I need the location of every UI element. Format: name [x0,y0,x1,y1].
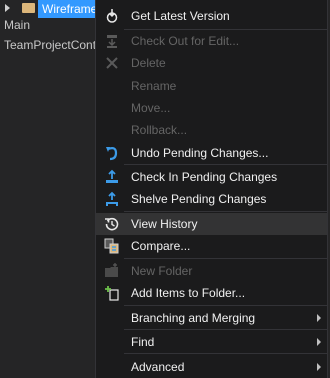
menu-item-move[interactable]: Move... [96,97,327,119]
menu-item-compare[interactable]: Compare... [96,235,327,257]
get-latest-icon [106,9,118,23]
menu-separator [124,164,327,165]
submenu-arrow-icon [317,314,321,322]
menu-item-check-in-pending-changes[interactable]: Check In Pending Changes [96,166,327,188]
menu-item-label: Shelve Pending Changes [131,192,267,206]
shelve-icon [106,191,118,206]
menu-item-label: Branching and Merging [131,311,256,325]
history-icon [105,217,119,231]
menu-separator [124,329,327,330]
menu-item-view-history[interactable]: View History [96,213,327,235]
menu-item-label: Advanced [131,360,185,374]
menu-separator [124,258,327,259]
menu-item-label: Check In Pending Changes [131,170,278,184]
menu-item-label: Delete [131,56,166,70]
menu-separator [124,211,327,212]
menu-item-rollback[interactable]: Rollback... [96,119,327,141]
menu-item-new-folder[interactable]: New Folder [96,260,327,282]
menu-item-label: Compare... [131,239,191,253]
menu-item-advanced[interactable]: Advanced [96,356,327,378]
menu-item-label: Get Latest Version [131,9,230,23]
menu-item-delete[interactable]: Delete [96,52,327,74]
check-out-icon [107,35,117,48]
menu-item-label: Undo Pending Changes... [131,146,269,160]
menu-item-rename[interactable]: Rename [96,75,327,97]
expand-arrow-icon[interactable] [5,4,10,12]
folder-icon [22,3,35,13]
check-in-icon [106,169,118,183]
menu-item-label: Rollback... [131,123,188,137]
tree-item-teamprojectcont[interactable]: TeamProjectCont [4,36,96,54]
menu-item-shelve-pending-changes[interactable]: Shelve Pending Changes [96,188,327,210]
menu-separator [124,353,327,354]
context-menu: Get Latest Version Check Out for Edit...… [95,0,328,378]
menu-item-check-out-for-edit[interactable]: Check Out for Edit... [96,30,327,52]
menu-item-label: Check Out for Edit... [131,34,240,48]
add-items-icon [105,286,119,301]
menu-item-undo-pending-changes[interactable]: Undo Pending Changes... [96,142,327,164]
submenu-arrow-icon [317,363,321,371]
menu-item-label: View History [131,217,198,231]
menu-separator [124,305,327,306]
new-folder-icon [105,263,118,277]
source-explorer-tree: Wireframe Main TeamProjectCont [0,0,102,378]
undo-icon [106,147,118,161]
tree-item-label: Wireframe [38,0,102,18]
menu-item-branching-and-merging[interactable]: Branching and Merging [96,307,327,329]
compare-icon [104,238,119,254]
menu-item-label: Rename [131,79,177,93]
menu-item-label: Move... [131,101,171,115]
menu-item-label: Find [131,335,155,349]
menu-item-label: Add Items to Folder... [131,286,246,300]
tree-item-main[interactable]: Main [4,16,30,34]
delete-icon [106,57,118,69]
submenu-arrow-icon [317,338,321,346]
menu-item-label: New Folder [131,264,193,278]
menu-item-find[interactable]: Find [96,331,327,353]
menu-item-add-items-to-folder[interactable]: Add Items to Folder... [96,282,327,304]
menu-item-get-latest-version[interactable]: Get Latest Version [96,5,327,27]
